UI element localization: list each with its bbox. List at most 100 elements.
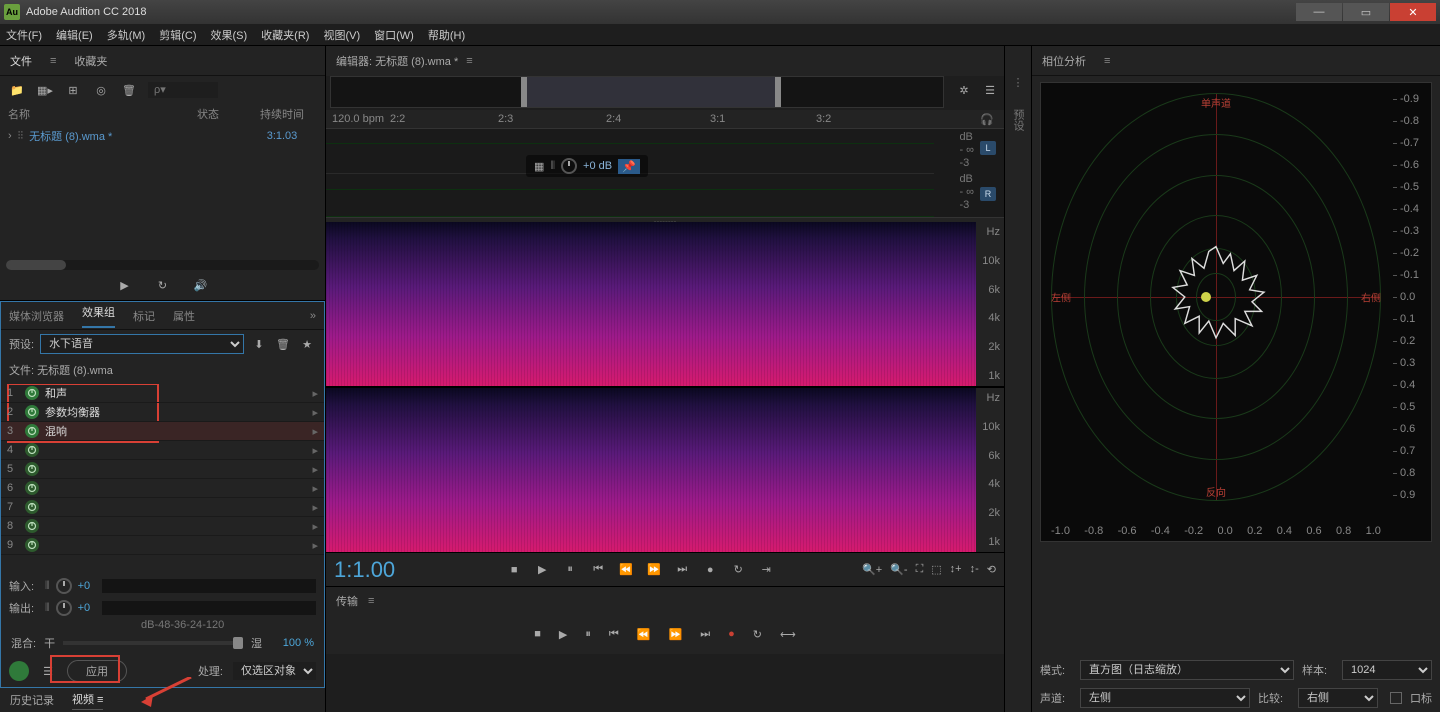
- loop-icon[interactable]: ↻: [154, 276, 172, 294]
- process-select[interactable]: 仅选区对象: [233, 662, 316, 680]
- cd-icon[interactable]: ◎: [92, 81, 110, 99]
- preset-select[interactable]: 水下语音: [40, 334, 244, 354]
- compare-select[interactable]: 右侧: [1298, 688, 1378, 708]
- menu-help[interactable]: 帮助(H): [428, 27, 465, 43]
- output-knob[interactable]: [56, 600, 72, 616]
- menu-edit[interactable]: 编辑(E): [56, 27, 93, 43]
- tab-properties[interactable]: 属性: [173, 308, 195, 324]
- zoom-out-v-icon[interactable]: ↕-: [970, 563, 979, 576]
- menu-effects[interactable]: 效果(S): [211, 27, 248, 43]
- timeline[interactable]: 120.0 bpm 2:2 2:3 2:4 3:1 3:2 🎧: [326, 110, 1004, 128]
- tab-more[interactable]: »: [310, 310, 316, 322]
- forward-button[interactable]: ⏩: [645, 561, 663, 579]
- zoom-full-icon[interactable]: ⛶: [916, 563, 924, 576]
- list-view-icon[interactable]: ☰: [981, 81, 999, 99]
- menu-window[interactable]: 窗口(W): [374, 27, 414, 43]
- file-row[interactable]: › ⫶⫶ 无标题 (8).wma * 3:1.03: [0, 124, 325, 148]
- rewind-button[interactable]: ⏪: [617, 561, 635, 579]
- effect-slot-3[interactable]: 3混响▸: [1, 422, 324, 441]
- headphone-icon[interactable]: 🎧: [980, 113, 994, 126]
- t2-loop[interactable]: ↻: [753, 628, 762, 641]
- record-button[interactable]: ●: [701, 561, 719, 579]
- effect-slot-1[interactable]: 1和声▸: [1, 384, 324, 403]
- t2-start[interactable]: ⏮: [609, 628, 619, 641]
- tab-effects-rack[interactable]: 效果组: [82, 304, 115, 328]
- menu-favorites[interactable]: 收藏夹(R): [261, 27, 309, 43]
- stop-button[interactable]: ■: [505, 561, 523, 579]
- effect-slot-9[interactable]: 9▸: [1, 536, 324, 555]
- zoom-in-v-icon[interactable]: ↕+: [950, 563, 962, 576]
- apply-button[interactable]: 应用: [67, 660, 127, 682]
- zoom-reset-icon[interactable]: ⟲: [987, 563, 996, 576]
- skip-sel-button[interactable]: ⇥: [757, 561, 775, 579]
- maximize-button[interactable]: ▭: [1343, 3, 1389, 21]
- mix-slider[interactable]: [63, 641, 243, 645]
- sample-select[interactable]: 1024: [1342, 660, 1432, 680]
- effect-slot-4[interactable]: 4▸: [1, 441, 324, 460]
- loop-button[interactable]: ↻: [729, 561, 747, 579]
- delete-preset-icon[interactable]: 🗑: [274, 335, 292, 353]
- auto-scroll-icon[interactable]: ✲: [955, 81, 973, 99]
- open-file-icon[interactable]: 📁: [8, 81, 26, 99]
- pause-button[interactable]: ⏸: [561, 561, 579, 579]
- zoom-sel-icon[interactable]: ⬚: [931, 563, 941, 576]
- overview-bar[interactable]: ✲ ☰: [330, 76, 944, 108]
- effect-slot-2[interactable]: 2参数均衡器▸: [1, 403, 324, 422]
- phase-canvas[interactable]: 单声道 左侧 右侧 反向 -0.9-0.8-0.7-0.6-0.5-0.4-0.…: [1040, 82, 1432, 542]
- effect-slot-8[interactable]: 8▸: [1, 517, 324, 536]
- tab-files[interactable]: 文件: [10, 53, 32, 69]
- menu-file[interactable]: 文件(F): [6, 27, 42, 43]
- zoom-out-icon[interactable]: 🔍-: [890, 563, 907, 576]
- play-icon[interactable]: ▶: [116, 276, 134, 294]
- collapsed-panel[interactable]: ⋮ 预设: [1004, 46, 1032, 712]
- play-button[interactable]: ▶: [533, 561, 551, 579]
- t2-skip[interactable]: ⟷: [780, 628, 796, 641]
- trash-icon[interactable]: 🗑: [120, 81, 138, 99]
- skip-end-button[interactable]: ⏭: [673, 561, 691, 579]
- skip-start-button[interactable]: ⏮: [589, 561, 607, 579]
- new-file-icon[interactable]: ▦▸: [36, 81, 54, 99]
- files-scrollbar[interactable]: [6, 260, 319, 270]
- t2-rew[interactable]: ⏪: [637, 628, 651, 641]
- menu-clip[interactable]: 剪辑(C): [159, 27, 196, 43]
- hud-icon[interactable]: ▦: [534, 160, 544, 173]
- effect-slot-6[interactable]: 6▸: [1, 479, 324, 498]
- list-icon[interactable]: ☰: [39, 662, 57, 680]
- right-channel-badge[interactable]: R: [980, 187, 996, 201]
- spectrogram-right[interactable]: [326, 388, 976, 552]
- minimize-button[interactable]: —: [1296, 3, 1342, 21]
- t2-rec[interactable]: ●: [728, 628, 735, 640]
- effect-slot-5[interactable]: 5▸: [1, 460, 324, 479]
- search-input[interactable]: [148, 82, 218, 98]
- pin-icon[interactable]: 📌: [618, 159, 640, 174]
- star-icon[interactable]: ★: [298, 335, 316, 353]
- close-button[interactable]: ✕: [1390, 3, 1436, 21]
- compare-checkbox[interactable]: [1390, 692, 1402, 704]
- multitrack-icon[interactable]: ⊞: [64, 81, 82, 99]
- t2-fwd[interactable]: ⏩: [668, 628, 682, 641]
- t2-pause[interactable]: ⏸: [585, 628, 591, 641]
- zoom-in-icon[interactable]: 🔍+: [862, 563, 882, 576]
- tab-video[interactable]: 视频 ≡: [72, 691, 103, 710]
- overview-handle[interactable]: [521, 77, 781, 107]
- spectrogram-left[interactable]: [326, 222, 976, 386]
- menu-multitrack[interactable]: 多轨(M): [107, 27, 146, 43]
- tab-history[interactable]: 历史记录: [10, 692, 54, 708]
- input-knob[interactable]: [56, 578, 72, 594]
- mode-select[interactable]: 直方图（日志缩放）: [1080, 660, 1294, 680]
- tab-favorites[interactable]: 收藏夹: [74, 53, 107, 69]
- hud-knob[interactable]: [561, 158, 577, 174]
- download-icon[interactable]: ⬇: [250, 335, 268, 353]
- left-channel-badge[interactable]: L: [980, 141, 996, 155]
- t2-stop[interactable]: ■: [534, 628, 541, 640]
- effect-slot-7[interactable]: 7▸: [1, 498, 324, 517]
- tab-markers[interactable]: 标记: [133, 308, 155, 324]
- channel-select[interactable]: 左侧: [1080, 688, 1250, 708]
- menu-view[interactable]: 视图(V): [323, 27, 360, 43]
- t2-end[interactable]: ⏭: [700, 628, 710, 641]
- rack-power-button[interactable]: [9, 661, 29, 681]
- speaker-icon[interactable]: 🔊: [192, 276, 210, 294]
- t2-play[interactable]: ▶: [559, 628, 567, 641]
- tab-media-browser[interactable]: 媒体浏览器: [9, 308, 64, 324]
- preset-collapsed[interactable]: 预设: [1010, 109, 1026, 131]
